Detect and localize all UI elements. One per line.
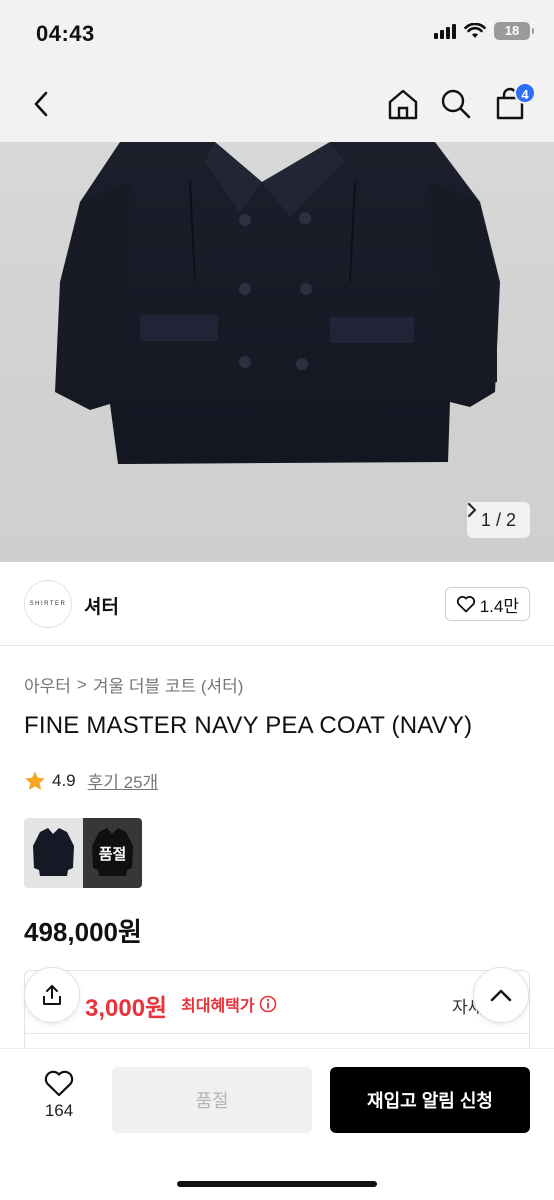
back-button[interactable]	[22, 84, 62, 124]
signal-icon	[434, 23, 456, 39]
heart-icon	[44, 1070, 74, 1097]
color-option-thumb-soldout[interactable]: 품절	[83, 818, 142, 888]
share-button[interactable]	[24, 967, 80, 1023]
brand-like-button[interactable]: 1.4만	[444, 587, 530, 621]
rating-value: 4.9	[52, 770, 76, 790]
home-indicator	[177, 1181, 377, 1187]
star-icon	[25, 771, 45, 790]
breadcrumb-separator: >	[76, 674, 87, 694]
product-photo	[55, 142, 500, 464]
brand-name[interactable]: 셔터	[84, 592, 119, 619]
wishlist-count: 164	[44, 1101, 74, 1120]
wifi-icon	[464, 23, 486, 38]
back-arrow-icon	[34, 91, 48, 117]
status-icons: 18	[434, 22, 534, 40]
benefit-box[interactable]: 3,000원 최대혜택가 자세히	[24, 970, 530, 1060]
home-button[interactable]	[383, 84, 423, 124]
brand-logo-text: SHIRTER	[29, 601, 67, 607]
restock-alert-button[interactable]: 재입고 알림 신청	[330, 1067, 530, 1133]
brand-like-count: 1.4만	[479, 596, 519, 616]
benefit-price: 3,000원	[85, 995, 168, 1022]
benefit-label: 최대혜택가	[181, 992, 277, 1016]
bottom-action-bar: 164 품절 재입고 알림 신청	[0, 1048, 554, 1200]
heart-icon	[456, 596, 475, 613]
breadcrumb-category[interactable]: 아우터	[24, 672, 71, 697]
brand-logo[interactable]: SHIRTER	[24, 580, 72, 628]
status-bar: 04:43 18	[0, 0, 554, 66]
review-link[interactable]: 후기 25개	[88, 768, 159, 793]
product-price: 498,000원	[24, 917, 142, 947]
chevron-right-icon	[467, 503, 477, 517]
product-image-gallery[interactable]: 1 / 2	[0, 142, 554, 562]
rating-row: 4.9 후기 25개	[24, 768, 158, 793]
nav-header: 4	[0, 66, 554, 142]
wishlist-button[interactable]: 164	[30, 1069, 88, 1121]
image-counter-text: 1 / 2	[480, 509, 516, 530]
status-time: 04:43	[36, 21, 95, 46]
breadcrumb: 아우터 > 겨울 더블 코트 (셔터)	[24, 672, 243, 697]
soldout-badge: 품절	[83, 818, 142, 888]
share-icon	[43, 985, 61, 1005]
color-option-thumb[interactable]	[24, 818, 83, 888]
search-button[interactable]	[436, 84, 476, 124]
breadcrumb-subcategory[interactable]: 겨울 더블 코트 (셔터)	[93, 672, 244, 697]
search-icon	[441, 89, 471, 119]
soldout-button: 품절	[112, 1067, 312, 1133]
benefit-divider	[25, 1033, 529, 1034]
thumb-coat-image	[33, 828, 74, 876]
info-icon[interactable]	[259, 995, 277, 1013]
product-title: FINE MASTER NAVY PEA COAT (NAVY)	[24, 712, 473, 739]
image-counter[interactable]: 1 / 2	[466, 502, 530, 538]
brand-row: SHIRTER 셔터 1.4만	[0, 562, 554, 646]
chevron-up-icon	[490, 989, 512, 1002]
cart-count-badge: 4	[514, 82, 536, 104]
home-icon	[388, 89, 418, 120]
color-options: 품절	[24, 818, 142, 888]
benefit-label-text: 최대혜택가	[181, 998, 255, 1015]
cart-button[interactable]: 4	[490, 82, 536, 124]
scroll-top-button[interactable]	[473, 967, 529, 1023]
battery-icon: 18	[494, 22, 534, 40]
